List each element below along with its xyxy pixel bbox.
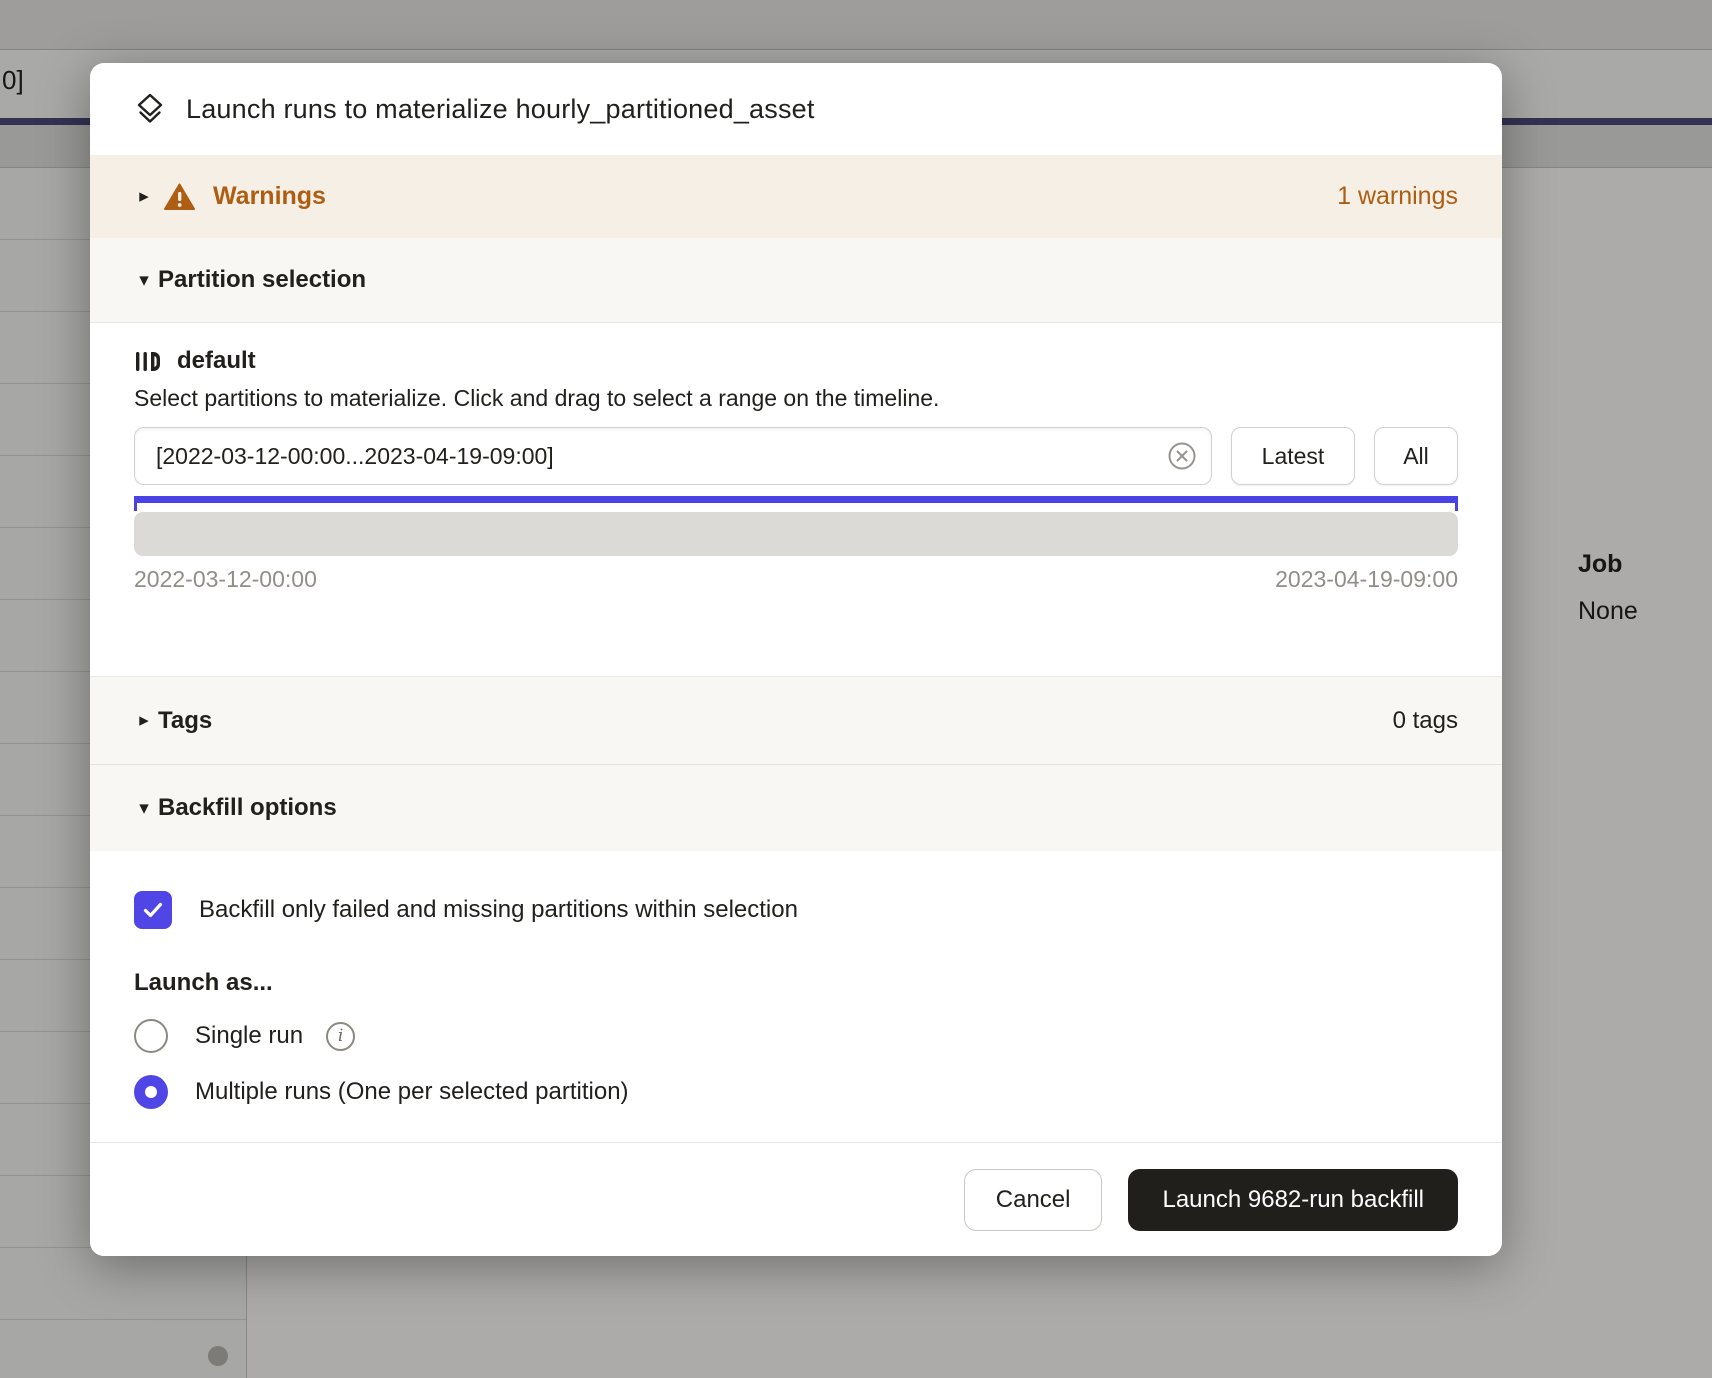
timeline-selection-range[interactable] xyxy=(134,496,1458,503)
backfill-options-body: Backfill only failed and missing partiti… xyxy=(90,851,1502,1142)
multiple-runs-label: Multiple runs (One per selected partitio… xyxy=(195,1078,629,1106)
cancel-button[interactable]: Cancel xyxy=(964,1169,1103,1231)
single-run-radio[interactable] xyxy=(134,1019,168,1053)
timeline-end-date: 2023-04-19-09:00 xyxy=(1275,566,1458,593)
backfill-options-label: Backfill options xyxy=(158,794,337,822)
launch-as-label: Launch as... xyxy=(134,969,1458,997)
dialog-title: Launch runs to materialize hourly_partit… xyxy=(186,94,815,125)
partition-help-text: Select partitions to materialize. Click … xyxy=(134,385,1458,412)
chevron-right-icon: ▸ xyxy=(134,187,154,206)
clear-selection-icon[interactable] xyxy=(1168,442,1196,470)
chevron-down-icon: ▾ xyxy=(134,799,154,818)
latest-button[interactable]: Latest xyxy=(1231,427,1355,485)
chevron-right-icon: ▸ xyxy=(134,711,154,730)
partition-timeline[interactable] xyxy=(134,512,1458,556)
backfill-only-failed-checkbox[interactable] xyxy=(134,891,172,929)
tags-section-toggle[interactable]: ▸ Tags 0 tags xyxy=(90,676,1502,765)
launch-backfill-dialog: Launch runs to materialize hourly_partit… xyxy=(90,63,1502,1256)
all-button[interactable]: All xyxy=(1374,427,1458,485)
tags-label: Tags xyxy=(158,707,212,735)
partition-range-input[interactable] xyxy=(134,427,1212,485)
launch-backfill-button[interactable]: Launch 9682-run backfill xyxy=(1128,1169,1458,1231)
materialize-layers-icon xyxy=(134,92,166,126)
tags-count: 0 tags xyxy=(1393,707,1458,735)
partition-selection-body: default Select partitions to materialize… xyxy=(90,323,1502,676)
multiple-runs-radio[interactable] xyxy=(134,1075,168,1109)
partition-set-icon xyxy=(134,348,161,375)
timeline-start-date: 2022-03-12-00:00 xyxy=(134,566,317,593)
partition-selection-toggle[interactable]: ▾ Partition selection xyxy=(90,238,1502,323)
warning-triangle-icon xyxy=(164,183,195,211)
dialog-footer: Cancel Launch 9682-run backfill xyxy=(90,1142,1502,1256)
chevron-down-icon: ▾ xyxy=(134,271,154,290)
info-icon[interactable]: i xyxy=(326,1022,355,1051)
single-run-label: Single run xyxy=(195,1022,303,1050)
warnings-section-toggle[interactable]: ▸ Warnings 1 warnings xyxy=(90,155,1502,238)
partition-selection-label: Partition selection xyxy=(158,266,366,294)
warnings-label: Warnings xyxy=(213,182,326,211)
partition-dimension-name: default xyxy=(177,347,256,375)
dialog-header: Launch runs to materialize hourly_partit… xyxy=(90,63,1502,155)
warnings-count: 1 warnings xyxy=(1337,182,1458,211)
backfill-only-failed-label: Backfill only failed and missing partiti… xyxy=(199,896,798,924)
backfill-options-toggle[interactable]: ▾ Backfill options xyxy=(90,765,1502,851)
